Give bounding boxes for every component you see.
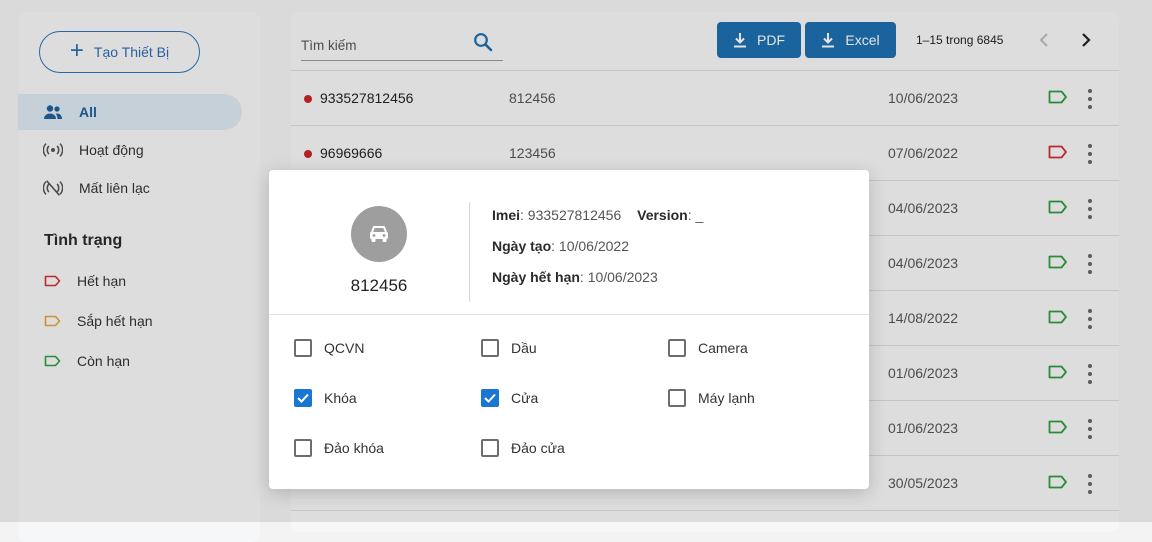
divider [469, 202, 470, 302]
option-checkbox[interactable]: Dầu [481, 339, 537, 357]
checkbox-icon [668, 389, 686, 407]
option-label: QCVN [324, 340, 365, 356]
option-checkbox[interactable]: QCVN [294, 339, 364, 357]
expiry-line: Ngày hết hạn: 10/06/2023 [492, 269, 658, 285]
option-label: Đảo khóa [324, 440, 384, 456]
imei-line: Imei: 933527812456 Version: _ [492, 207, 704, 223]
option-checkbox[interactable]: Đảo khóa [294, 439, 384, 457]
option-label: Khóa [324, 390, 357, 406]
checkbox-icon [294, 389, 312, 407]
checkbox-icon [481, 389, 499, 407]
created-line: Ngày tạo: 10/06/2022 [492, 238, 629, 254]
option-label: Đảo cửa [511, 440, 565, 456]
version-value: _ [695, 207, 704, 223]
created-value: 10/06/2022 [558, 238, 629, 254]
checkbox-icon [668, 339, 686, 357]
option-checkbox[interactable]: Đảo cửa [481, 439, 565, 457]
option-label: Cửa [511, 390, 539, 406]
option-label: Máy lạnh [698, 390, 755, 406]
option-checkbox[interactable]: Cửa [481, 389, 538, 407]
imei-value: 933527812456 [527, 207, 622, 223]
option-checkbox[interactable]: Camera [668, 339, 748, 357]
option-label: Dầu [511, 340, 537, 356]
divider [269, 314, 869, 315]
option-label: Camera [698, 340, 748, 356]
option-checkbox[interactable]: Máy lạnh [668, 389, 755, 407]
checkbox-icon [481, 339, 499, 357]
device-plate: 812456 [350, 276, 408, 295]
version-label: Version [637, 207, 688, 223]
car-icon [351, 206, 407, 262]
checkbox-icon [294, 339, 312, 357]
created-label: Ngày tạo [492, 238, 552, 254]
expiry-label: Ngày hết hạn [492, 269, 580, 285]
expiry-value: 10/06/2023 [587, 269, 658, 285]
device-detail-dialog: 812456 Imei: 933527812456 Version: _ Ngà… [269, 170, 869, 489]
option-checkbox[interactable]: Khóa [294, 389, 357, 407]
checkbox-icon [294, 439, 312, 457]
checkbox-icon [481, 439, 499, 457]
imei-label: Imei [492, 207, 521, 223]
